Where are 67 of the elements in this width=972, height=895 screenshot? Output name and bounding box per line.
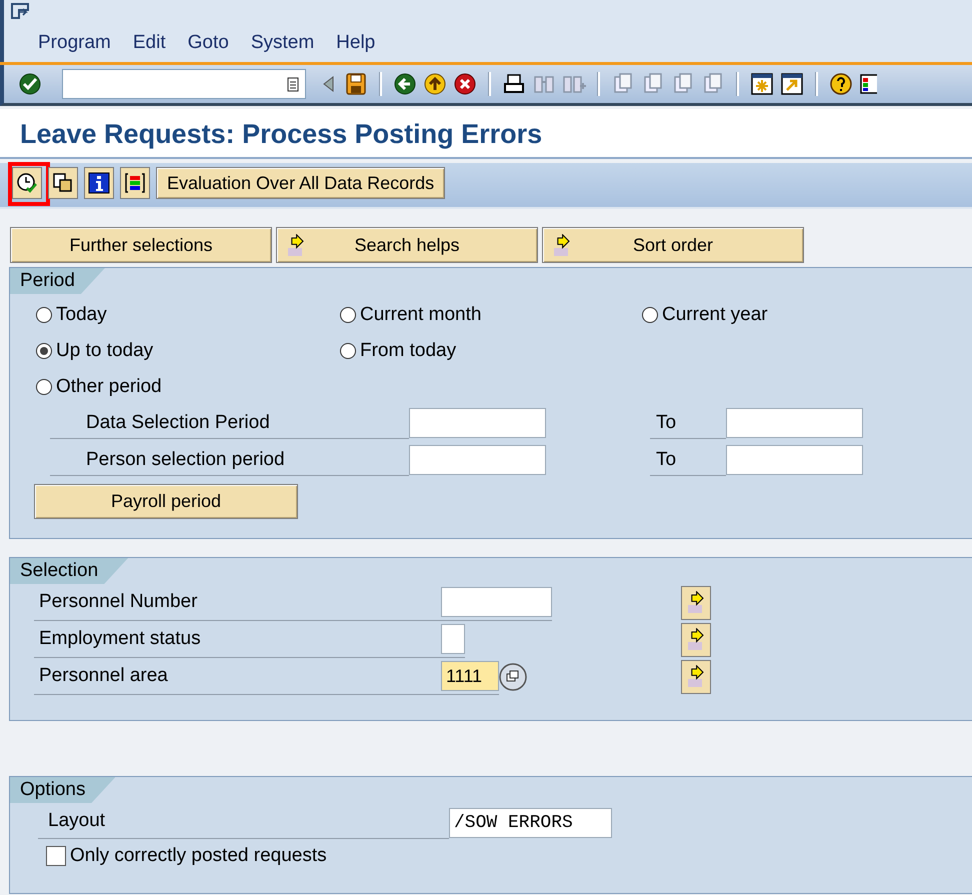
tab-button[interactable]: Sort order [542,227,804,263]
evaluation-button[interactable]: Evaluation Over All Data Records [156,167,446,199]
field-label: Personnel area [38,665,169,687]
payroll-period-button[interactable]: Payroll period [34,484,298,519]
field-label: Data Selection Period [50,406,409,439]
radio-label: Current month [360,304,482,326]
command-field[interactable] [62,69,306,99]
radio-label: Today [56,304,107,326]
tab-button[interactable]: Further selections [10,227,272,263]
input-field[interactable] [409,444,546,474]
multiple-selection-button[interactable] [681,586,711,620]
field-label: Layout [47,810,106,832]
new-window-icon[interactable] [750,72,774,96]
radio-label: From today [360,340,456,362]
help-icon[interactable] [829,72,853,96]
layout-icon[interactable] [859,72,877,96]
radio-button[interactable] [36,343,52,359]
screen-title: Leave Requests: Process Posting Errors [20,119,544,150]
clock-check-icon [16,172,38,194]
printer-icon[interactable] [502,72,526,96]
save-icon[interactable] [344,72,368,96]
field-label: Personnel Number [38,591,198,613]
menu-icon[interactable] [10,2,32,20]
radio-button[interactable] [340,307,356,323]
menu-item[interactable]: Goto [188,32,229,54]
exit-icon[interactable] [423,72,447,96]
menu-item[interactable]: System [250,32,314,54]
lookup-icon[interactable] [498,662,528,692]
field-label: Person selection period [50,443,409,476]
copy-pages-icon [52,172,74,194]
cancel-icon[interactable] [453,72,477,96]
checkmark-icon[interactable] [18,72,42,96]
checkbox-label: Only correctly posted requests [70,845,327,867]
multiple-selection-button[interactable] [681,622,711,656]
tab-button[interactable]: Search helps [276,227,538,263]
color-bars-button[interactable] [120,167,150,199]
radio-button[interactable] [36,379,52,395]
menu-item[interactable]: Edit [132,32,166,54]
list-icon [287,76,299,92]
input-field[interactable] [726,408,863,438]
group-title: Period [10,268,105,294]
group-title: Options [10,777,116,803]
radio-button[interactable] [340,343,356,359]
input-field[interactable] [409,408,546,438]
shortcut-icon[interactable] [780,72,804,96]
input-field[interactable] [726,444,863,474]
radio-label: Current year [662,304,768,326]
input-field[interactable]: /SOW ERRORS [449,808,612,838]
radio-label: Other period [56,376,162,398]
back-icon[interactable] [393,72,417,96]
multiple-selection-button[interactable] [681,660,711,694]
radio-button[interactable] [642,307,658,323]
radio-button[interactable] [36,307,52,323]
info-button[interactable] [84,167,114,199]
input-field[interactable] [441,587,552,617]
menu-item[interactable]: Program [38,32,111,54]
field-label: Employment status [38,628,202,650]
copy-pages-button[interactable] [48,167,78,199]
checkbox[interactable] [46,846,66,866]
color-bars-icon [124,172,146,194]
input-field[interactable] [441,624,465,654]
group-title: Selection [10,558,128,584]
radio-label: Up to today [56,340,154,362]
menu-item[interactable]: Help [336,32,376,54]
clock-check-button[interactable] [12,167,42,199]
info-icon [88,172,110,194]
input-field[interactable]: 1111 [441,661,499,691]
